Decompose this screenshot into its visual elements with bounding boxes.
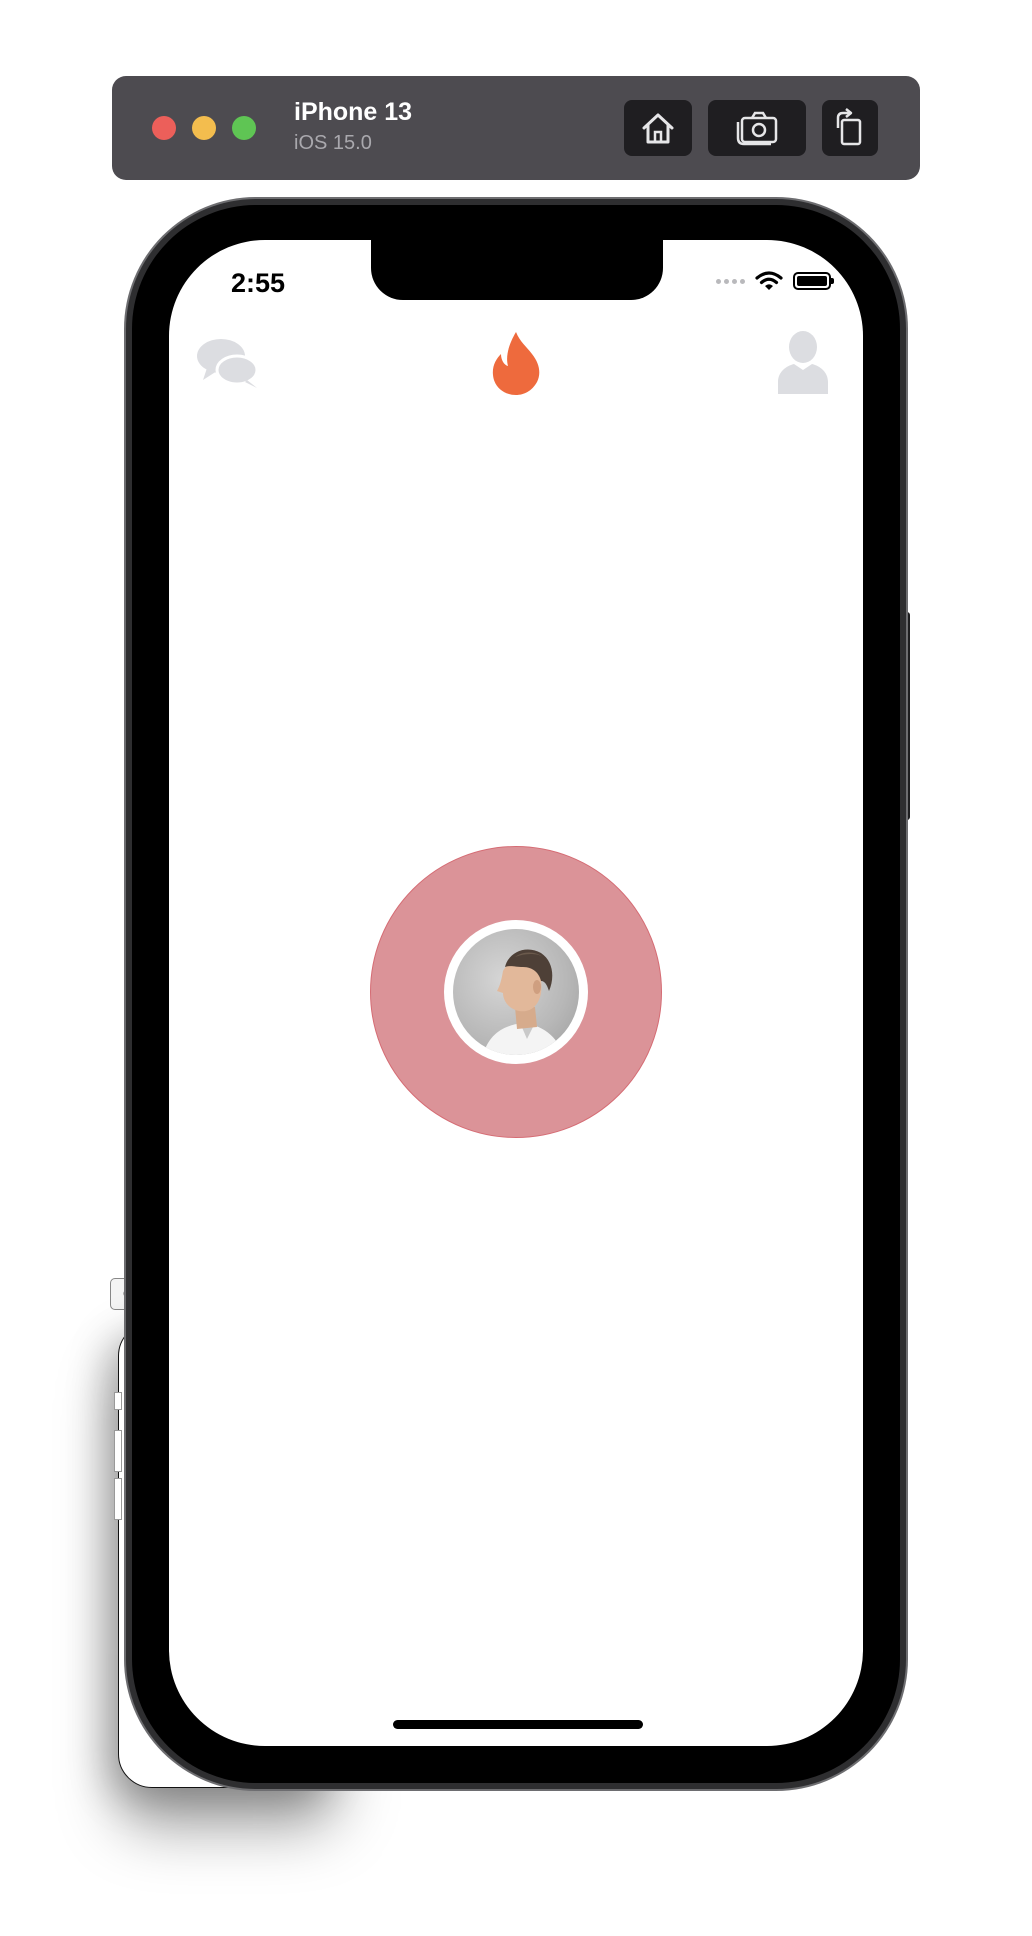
power-button[interactable] [900, 612, 910, 820]
user-avatar[interactable] [444, 920, 588, 1064]
notch [371, 240, 663, 300]
stray-side-notch [114, 1430, 122, 1472]
user-photo [453, 929, 579, 1055]
device-name: iPhone 13 [294, 98, 413, 126]
phone-screen: 2:55 [169, 240, 863, 1746]
home-indicator[interactable] [393, 1720, 643, 1729]
cellular-signal-icon [716, 278, 745, 284]
flame-icon[interactable] [490, 330, 542, 401]
profile-icon[interactable] [776, 330, 830, 401]
minimize-window-button[interactable] [192, 116, 216, 140]
home-button[interactable] [624, 100, 692, 156]
camera-icon [736, 111, 778, 146]
status-time: 2:55 [231, 268, 286, 298]
battery-icon [793, 272, 834, 290]
zoom-window-button[interactable] [232, 116, 256, 140]
status-indicators [716, 270, 834, 292]
rotate-icon [836, 108, 862, 146]
close-window-button[interactable] [152, 116, 176, 140]
wifi-icon [755, 271, 783, 290]
home-icon [642, 113, 674, 144]
stray-side-notch [114, 1392, 122, 1410]
chat-bubbles-icon[interactable] [195, 336, 261, 395]
screenshot-button[interactable] [708, 100, 806, 156]
rotate-button[interactable] [822, 100, 878, 156]
stray-side-notch [114, 1478, 122, 1520]
device-os-version: iOS 15.0 [294, 132, 372, 154]
simulator-toolbar: iPhone 13 iOS 15.0 [112, 76, 920, 180]
